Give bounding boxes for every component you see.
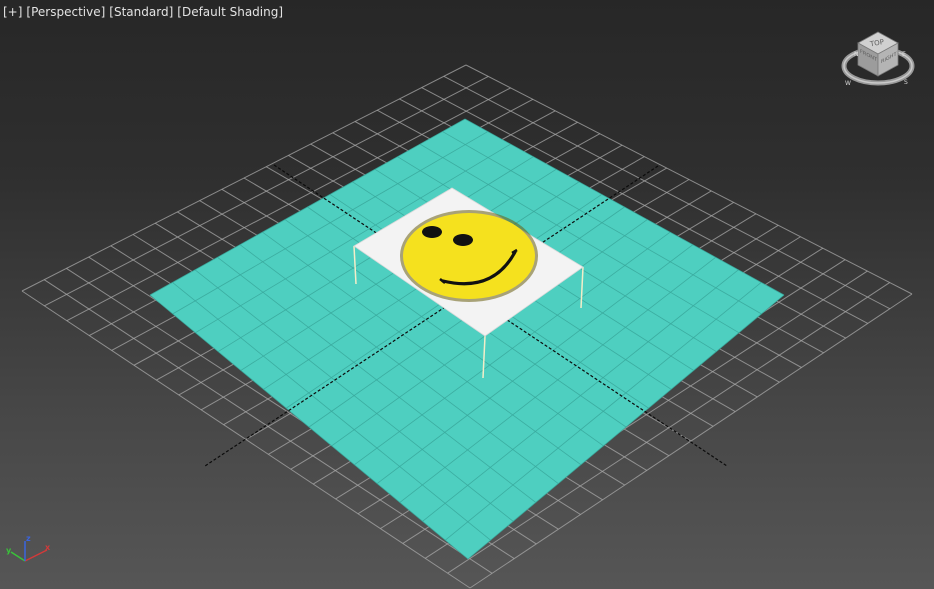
compass-label-n: N	[854, 51, 859, 58]
viewport-label-menu: [+] [Perspective] [Standard] [Default Shadi…	[3, 5, 287, 19]
viewport-menu-standard[interactable]: [Standard]	[109, 5, 173, 19]
axis-tripod: x y z	[6, 534, 51, 562]
axis-y-label: y	[6, 546, 12, 555]
smiley-eye	[422, 226, 442, 238]
axis-x-label: x	[45, 543, 51, 552]
viewport-menu-point-of-view[interactable]: [Perspective]	[26, 5, 105, 19]
viewport-menu-shading[interactable]: [Default Shading]	[177, 5, 283, 19]
viewport-perspective[interactable]: TOP FRONT RIGHT N W S E x y z [+] [Perspe…	[0, 0, 934, 589]
axis-x-line	[24, 549, 48, 562]
viewport-menu-plus[interactable]: [+]	[3, 5, 22, 19]
viewcube[interactable]: TOP FRONT RIGHT N W S E	[841, 31, 915, 87]
smiley-eye	[453, 234, 473, 246]
scene-canvas[interactable]: TOP FRONT RIGHT N W S E x y z	[0, 0, 934, 589]
compass-label-s: S	[904, 79, 908, 86]
axis-y-line	[10, 551, 26, 562]
plane-object[interactable]	[150, 119, 784, 559]
compass-label-w: W	[845, 80, 851, 87]
axis-z-label: z	[26, 534, 31, 543]
compass-label-e: E	[902, 51, 906, 58]
smiley-texture	[400, 210, 538, 302]
